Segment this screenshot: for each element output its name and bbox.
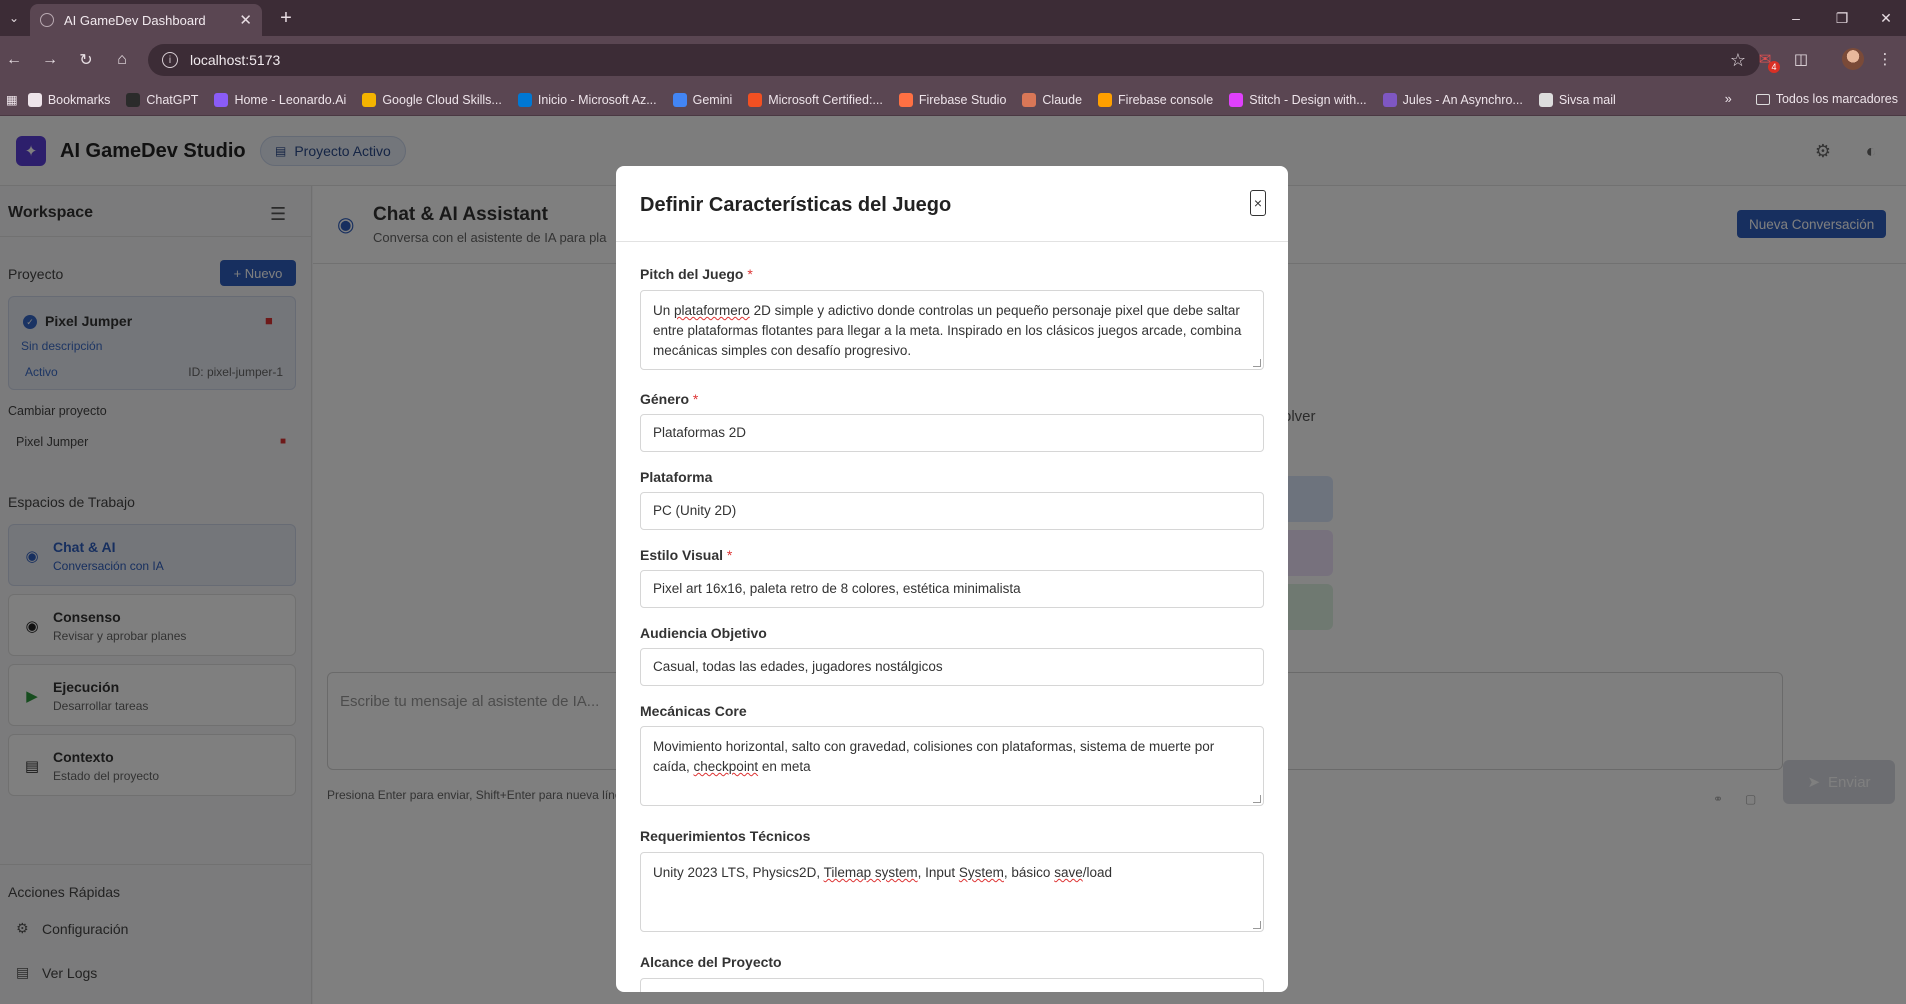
resize-handle-icon[interactable]: [1253, 921, 1261, 929]
bookmark-item[interactable]: Firebase Studio: [898, 92, 1007, 107]
apps-grid-icon[interactable]: ▦: [6, 92, 18, 107]
visual-style-label: Estilo Visual *: [640, 547, 733, 563]
bookmark-favicon-icon: [1098, 92, 1113, 107]
platform-label: Plataforma: [640, 469, 713, 485]
audience-input[interactable]: Casual, todas las edades, jugadores nost…: [640, 648, 1264, 686]
bookmark-item[interactable]: Jules - An Asynchro...: [1382, 92, 1523, 107]
bookmark-label: ChatGPT: [146, 92, 199, 107]
all-bookmarks-label: Todos los marcadores: [1775, 92, 1898, 106]
minimize-window-icon[interactable]: –: [1784, 6, 1808, 30]
extension-badge: 4: [1768, 61, 1780, 73]
browser-tab-active[interactable]: AI GameDev Dashboard ✕: [30, 4, 262, 36]
bookmark-label: Inicio - Microsoft Az...: [537, 92, 657, 107]
restore-window-icon[interactable]: ❐: [1830, 6, 1854, 30]
bookmark-item[interactable]: Stitch - Design with...: [1229, 92, 1367, 107]
bookmark-label: Jules - An Asynchro...: [1402, 92, 1523, 107]
platform-input[interactable]: PC (Unity 2D): [640, 492, 1264, 530]
bookmark-favicon-icon: [214, 92, 229, 107]
bookmark-label: Gemini: [692, 92, 733, 107]
bookmark-favicon-icon: [672, 92, 687, 107]
scope-textarea[interactable]: [640, 978, 1264, 992]
bookmark-star-icon[interactable]: ☆: [1730, 50, 1746, 71]
bookmark-label: Home - Leonardo.Ai: [234, 92, 347, 107]
bookmark-label: Firebase console: [1118, 92, 1214, 107]
mechanics-textarea[interactable]: Movimiento horizontal, salto con graveda…: [640, 726, 1264, 806]
bookmark-favicon-icon: [27, 92, 42, 107]
bookmark-item[interactable]: Claude: [1022, 92, 1083, 107]
url-text: localhost:5173: [190, 52, 281, 68]
bookmark-item[interactable]: ChatGPT: [126, 92, 199, 107]
tech-requirements-textarea[interactable]: Unity 2023 LTS, Physics2D, Tilemap syste…: [640, 852, 1264, 932]
address-bar[interactable]: i localhost:5173 ☆: [148, 44, 1760, 76]
bookmark-item[interactable]: Gemini: [672, 92, 733, 107]
modal-close-icon[interactable]: ×: [1250, 190, 1266, 216]
bookmark-favicon-icon: [362, 92, 377, 107]
bookmark-item[interactable]: Home - Leonardo.Ai: [214, 92, 347, 107]
bookmark-favicon-icon: [1022, 92, 1037, 107]
bookmark-label: Stitch - Design with...: [1249, 92, 1367, 107]
bookmark-favicon-icon: [898, 92, 913, 107]
visual-style-input[interactable]: Pixel art 16x16, paleta retro de 8 color…: [640, 570, 1264, 608]
tab-favicon-icon: [40, 13, 54, 27]
profile-avatar[interactable]: [1842, 48, 1864, 70]
bookmark-item[interactable]: Inicio - Microsoft Az...: [517, 92, 657, 107]
modal-title: Definir Características del Juego: [640, 194, 952, 216]
home-icon[interactable]: ⌂: [110, 48, 134, 72]
bookmark-favicon-icon: [126, 92, 141, 107]
audience-label: Audiencia Objetivo: [640, 625, 767, 641]
bookmark-label: Claude: [1042, 92, 1083, 107]
bookmark-item[interactable]: Google Cloud Skills...: [362, 92, 502, 107]
game-features-modal: Definir Características del Juego × Pitc…: [616, 166, 1288, 992]
tab-search-chevron-icon[interactable]: ⌄: [4, 8, 24, 28]
new-tab-plus-icon[interactable]: +: [274, 6, 298, 30]
genre-label: Género *: [640, 391, 699, 407]
bookmark-favicon-icon: [1538, 92, 1553, 107]
bookmark-label: Google Cloud Skills...: [382, 92, 502, 107]
extension-gmail-icon[interactable]: ✉ 4: [1752, 46, 1780, 73]
pitch-textarea[interactable]: Un plataformero 2D simple y adictivo don…: [640, 290, 1264, 370]
close-window-icon[interactable]: ✕: [1874, 6, 1898, 30]
back-arrow-icon[interactable]: ←: [2, 48, 26, 72]
mechanics-label: Mecánicas Core: [640, 703, 747, 719]
more-bookmarks-chevron-icon[interactable]: »: [1725, 92, 1732, 106]
browser-toolbar: ← → ↻ ⌂ i localhost:5173 ☆ ✉ 4 ◫ ⋮: [0, 36, 1906, 84]
scope-label: Alcance del Proyecto: [640, 954, 782, 970]
tech-requirements-label: Requerimientos Técnicos: [640, 828, 811, 844]
bookmark-label: Bookmarks: [47, 92, 111, 107]
bookmark-favicon-icon: [517, 92, 532, 107]
forward-arrow-icon[interactable]: →: [38, 48, 62, 72]
browser-tabbar: ⌄ AI GameDev Dashboard ✕ + – ❐ ✕: [0, 0, 1906, 36]
tab-title: AI GameDev Dashboard: [64, 12, 206, 28]
extensions-puzzle-icon[interactable]: ◫: [1788, 46, 1814, 72]
bookmark-item[interactable]: Microsoft Certified:...: [748, 92, 883, 107]
bookmark-label: Microsoft Certified:...: [768, 92, 883, 107]
bookmark-item[interactable]: Firebase console: [1098, 92, 1214, 107]
folder-icon: [1755, 93, 1770, 105]
tab-close-icon[interactable]: ✕: [239, 11, 252, 29]
reload-icon[interactable]: ↻: [74, 48, 98, 72]
bookmark-favicon-icon: [748, 92, 763, 107]
site-info-icon[interactable]: i: [162, 52, 178, 68]
genre-input[interactable]: Plataformas 2D: [640, 414, 1264, 452]
bookmark-item[interactable]: Sivsa mail: [1538, 92, 1616, 107]
chrome-menu-icon[interactable]: ⋮: [1872, 46, 1898, 72]
bookmarks-bar: ▦ Bookmarks ChatGPT Home - Leonardo.Ai Goog…: [0, 84, 1906, 116]
divider: [616, 241, 1288, 242]
resize-handle-icon[interactable]: [1253, 795, 1261, 803]
bookmark-label: Firebase Studio: [918, 92, 1007, 107]
bookmark-item[interactable]: Bookmarks: [27, 92, 111, 107]
bookmark-label: Sivsa mail: [1558, 92, 1616, 107]
pitch-label: Pitch del Juego *: [640, 266, 753, 282]
resize-handle-icon[interactable]: [1253, 359, 1261, 367]
all-bookmarks-folder[interactable]: Todos los marcadores: [1755, 92, 1898, 106]
bookmark-favicon-icon: [1229, 92, 1244, 107]
bookmark-favicon-icon: [1382, 92, 1397, 107]
